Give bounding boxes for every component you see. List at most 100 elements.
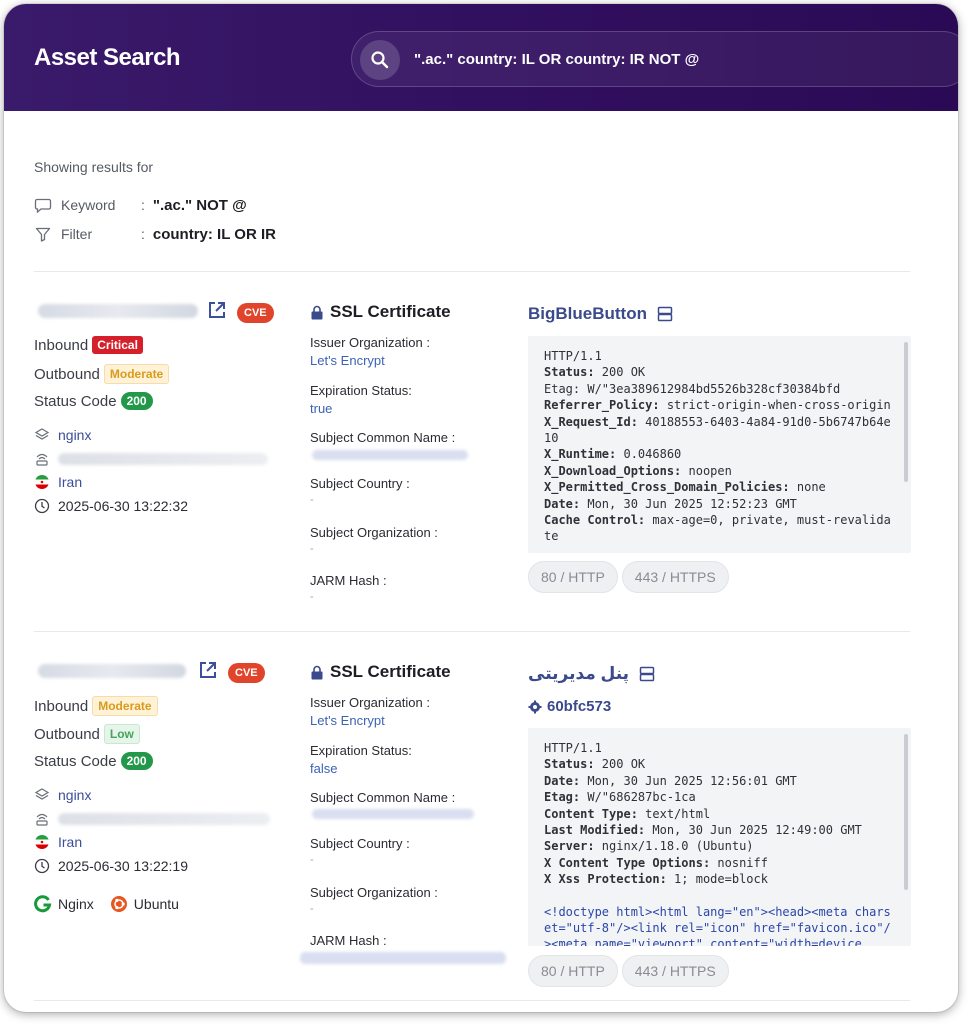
keyword-label: Keyword xyxy=(61,197,116,213)
external-link-icon[interactable] xyxy=(207,300,227,320)
timestamp-row: 2025-06-30 13:22:32 xyxy=(34,498,188,514)
divider xyxy=(34,631,910,632)
response-header-line: Date: Mon, 30 Jun 2025 12:52:23 GMT xyxy=(544,496,797,511)
layers-icon xyxy=(34,428,50,440)
keyword-value: ".ac." NOT @ xyxy=(152,196,247,214)
country-row: Iran xyxy=(34,474,82,490)
common-name-redacted xyxy=(312,809,474,819)
keyword-row: Keyword : ".ac." NOT @ xyxy=(34,195,247,215)
response-header-line: Referrer_Policy: strict-origin-when-cros… xyxy=(544,398,891,413)
search-query-input[interactable]: ".ac." country: IL OR country: IR NOT @ xyxy=(414,51,699,68)
status-code-badge: 200 xyxy=(120,392,153,410)
filter-row: Filter : country: IL OR IR xyxy=(34,224,276,244)
response-html-body: <!doctype html><html lang="en"><head><me… xyxy=(544,904,891,946)
status-code-badge: 200 xyxy=(120,752,153,770)
service-title-text[interactable]: BigBlueButton xyxy=(528,304,647,324)
subject-org-label: Subject Organization : xyxy=(310,885,438,900)
port-chip[interactable]: 443 / HTTPS xyxy=(621,561,729,593)
inbound-label: Inbound xyxy=(34,697,89,715)
cve-badge[interactable]: CVE xyxy=(237,303,274,323)
inbound-row: Inbound Moderate xyxy=(34,696,158,716)
ssl-title-text: SSL Certificate xyxy=(330,662,451,681)
port-chip[interactable]: 80 / HTTP xyxy=(528,955,618,987)
favicon-hash-value[interactable]: 60bfc573 xyxy=(547,698,611,715)
response-header-line: HTTP/1.1 xyxy=(544,349,602,363)
inbound-severity-badge: Critical xyxy=(92,336,143,354)
search-bar[interactable]: ".ac." country: IL OR country: IR NOT @ xyxy=(351,31,958,87)
response-header-line: X_Download_Options: noopen xyxy=(544,463,732,478)
lock-icon xyxy=(311,305,323,319)
iran-flag-icon xyxy=(35,475,49,489)
server-icon[interactable] xyxy=(639,666,655,682)
header-bar: Asset Search ".ac." country: IL OR count… xyxy=(4,4,958,111)
expiration-label: Expiration Status: xyxy=(310,743,412,758)
jarm-value-redacted xyxy=(300,952,506,964)
server-row: nginx xyxy=(34,787,91,803)
country-value[interactable]: Iran xyxy=(58,834,82,850)
lock-icon xyxy=(311,665,323,679)
inbound-row: Inbound Critical xyxy=(34,336,143,354)
search-button[interactable] xyxy=(360,40,400,80)
status-code-row: Status Code 200 xyxy=(34,392,153,410)
common-name-label: Subject Common Name : xyxy=(310,790,456,805)
asset-search-window: Asset Search ".ac." country: IL OR count… xyxy=(4,4,958,1012)
issuer-value: Let's Encrypt xyxy=(310,353,385,368)
server-value[interactable]: nginx xyxy=(58,787,91,803)
inbound-severity-badge: Moderate xyxy=(92,696,158,716)
service-title: پنل مدیریتی xyxy=(528,664,655,684)
subject-country-label: Subject Country : xyxy=(310,836,410,851)
timestamp-value: 2025-06-30 13:22:32 xyxy=(58,498,188,514)
technology-ubuntu[interactable]: Ubuntu xyxy=(134,896,179,912)
cve-badge[interactable]: CVE xyxy=(228,663,265,683)
external-link-icon[interactable] xyxy=(198,660,218,680)
http-response-box[interactable]: HTTP/1.1 Status: 200 OK Date: Mon, 30 Jun … xyxy=(528,728,911,946)
response-header-line: Status: 200 OK xyxy=(544,365,646,380)
jarm-value: - xyxy=(310,591,314,603)
iran-flag-icon xyxy=(35,835,49,849)
service-title-text[interactable]: پنل مدیریتی xyxy=(528,664,629,684)
timestamp-row: 2025-06-30 13:22:19 xyxy=(34,858,188,874)
service-title: BigBlueButton xyxy=(528,304,673,324)
port-chip[interactable]: 443 / HTTPS xyxy=(621,955,729,987)
ip-address-redacted xyxy=(38,664,186,678)
filter-colon: : xyxy=(141,226,145,242)
nginx-logo-icon xyxy=(34,895,52,913)
hostname-row xyxy=(34,451,268,467)
divider xyxy=(34,271,910,272)
technology-nginx[interactable]: Nginx xyxy=(58,896,94,912)
response-scrollbar[interactable] xyxy=(904,734,908,890)
showing-results-label: Showing results for xyxy=(34,159,154,175)
timestamp-value: 2025-06-30 13:22:19 xyxy=(58,858,188,874)
server-icon[interactable] xyxy=(657,306,673,322)
gear-icon xyxy=(528,700,542,713)
clock-icon xyxy=(34,858,50,874)
hostname-redacted xyxy=(58,813,270,825)
app-title: Asset Search xyxy=(34,44,181,71)
wifi-router-icon xyxy=(36,453,48,466)
ssl-title: SSL Certificate xyxy=(310,302,451,322)
ports-row: 80 / HTTP 443 / HTTPS xyxy=(528,561,729,593)
outbound-label: Outbound xyxy=(34,725,100,743)
response-header-line: Etag: W/"3ea389612984bd5526b328cf30384bf… xyxy=(544,381,841,396)
clock-icon xyxy=(34,498,50,514)
jarm-label: JARM Hash : xyxy=(310,573,387,588)
response-header-line: X_Runtime: 0.046860 xyxy=(544,447,682,462)
outbound-row: Outbound Moderate xyxy=(34,364,170,384)
hostname-row xyxy=(34,811,270,827)
response-header-line: Etag: W/"686287bc-1ca xyxy=(544,790,696,805)
subject-org-value: - xyxy=(310,543,314,555)
subject-org-label: Subject Organization : xyxy=(310,525,438,540)
wifi-router-icon xyxy=(36,813,48,826)
response-scrollbar[interactable] xyxy=(904,342,908,482)
response-header-line: Cache Control: max-age=0, private, must-… xyxy=(544,513,891,544)
response-header-line: HTTP/1.1 xyxy=(544,741,602,755)
status-code-label: Status Code xyxy=(34,752,117,770)
country-value[interactable]: Iran xyxy=(58,474,82,490)
server-value[interactable]: nginx xyxy=(58,427,91,443)
port-chip[interactable]: 80 / HTTP xyxy=(528,561,618,593)
inbound-label: Inbound xyxy=(34,336,89,354)
http-response-box[interactable]: HTTP/1.1 Status: 200 OK Etag: W/"3ea389612… xyxy=(528,336,911,553)
response-header-line: X_Request_Id: 40188553-6403-4a84-91d0-5b… xyxy=(544,414,891,446)
response-header-line: Last Modified: Mon, 30 Jun 2025 12:49:00… xyxy=(544,823,862,838)
filter-value: country: IL OR IR xyxy=(152,225,276,243)
